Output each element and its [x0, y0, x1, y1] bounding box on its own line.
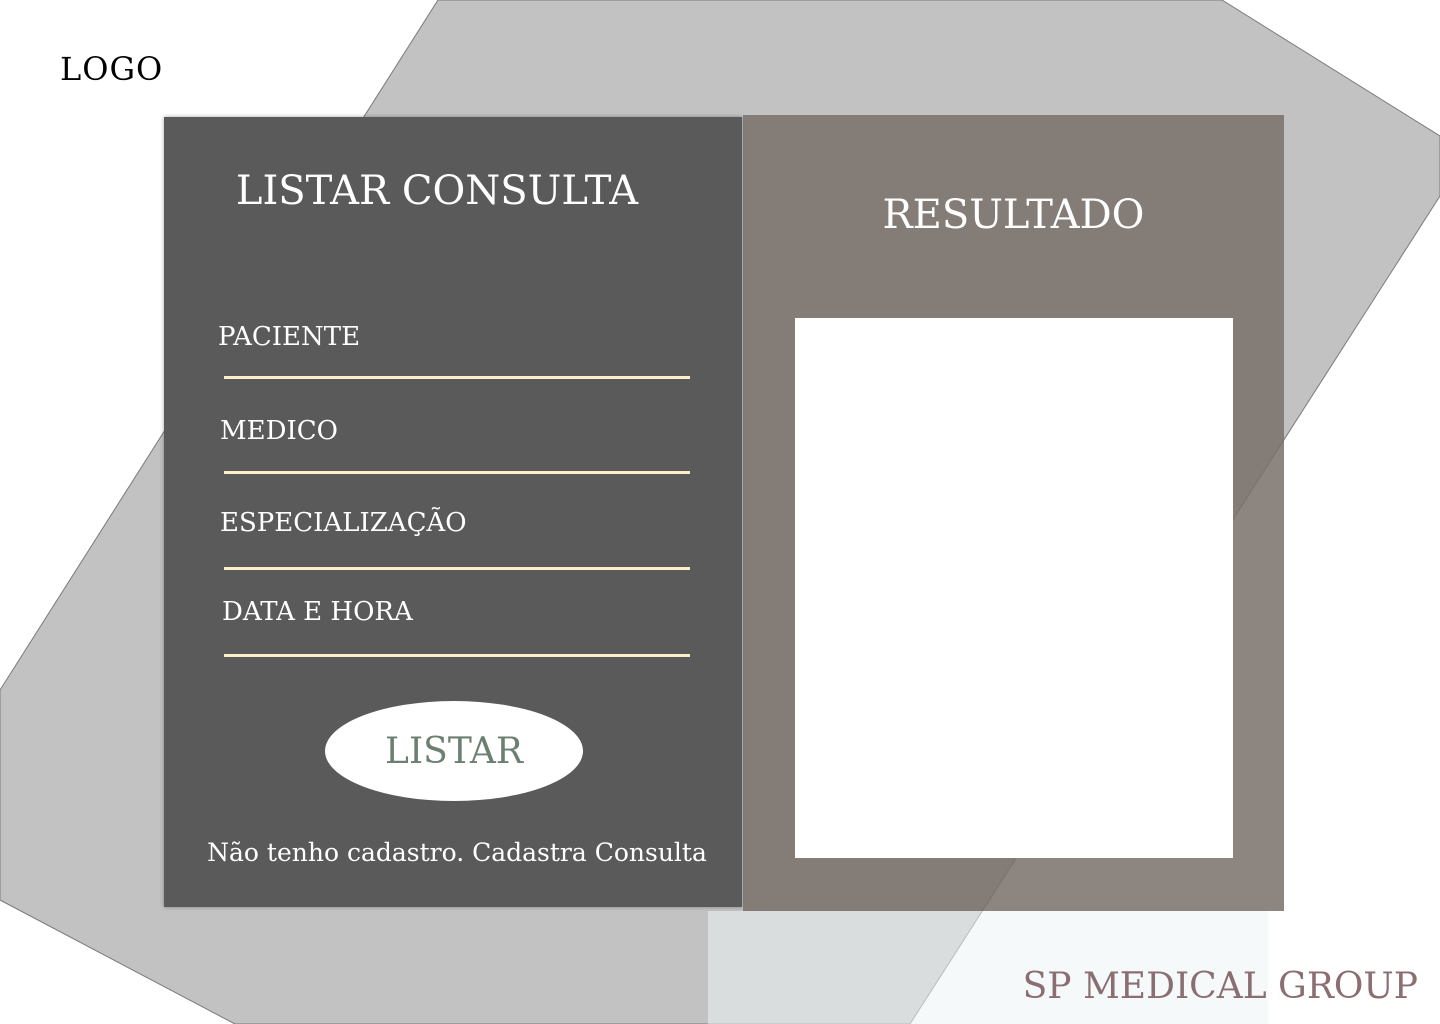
field-input-especializacao[interactable]	[224, 567, 690, 570]
logo: LOGO	[60, 50, 164, 88]
result-title: RESULTADO	[882, 192, 1145, 238]
field-label-paciente[interactable]: PACIENTE	[218, 322, 360, 352]
form-title: LISTAR CONSULTA	[235, 168, 639, 214]
listar-button[interactable]: LISTAR	[325, 701, 583, 801]
signup-link[interactable]: Não tenho cadastro. Cadastra Consulta	[164, 838, 750, 867]
brand-name: SP MEDICAL GROUP	[1022, 966, 1418, 1007]
field-input-medico[interactable]	[224, 471, 690, 474]
field-label-medico[interactable]: MEDICO	[220, 416, 338, 446]
result-box	[795, 318, 1233, 858]
field-input-data-hora[interactable]	[224, 654, 690, 657]
field-label-data-hora[interactable]: DATA E HORA	[222, 597, 413, 627]
field-label-especializacao[interactable]: ESPECIALIZAÇÃO	[220, 508, 467, 538]
field-input-paciente[interactable]	[224, 376, 690, 379]
